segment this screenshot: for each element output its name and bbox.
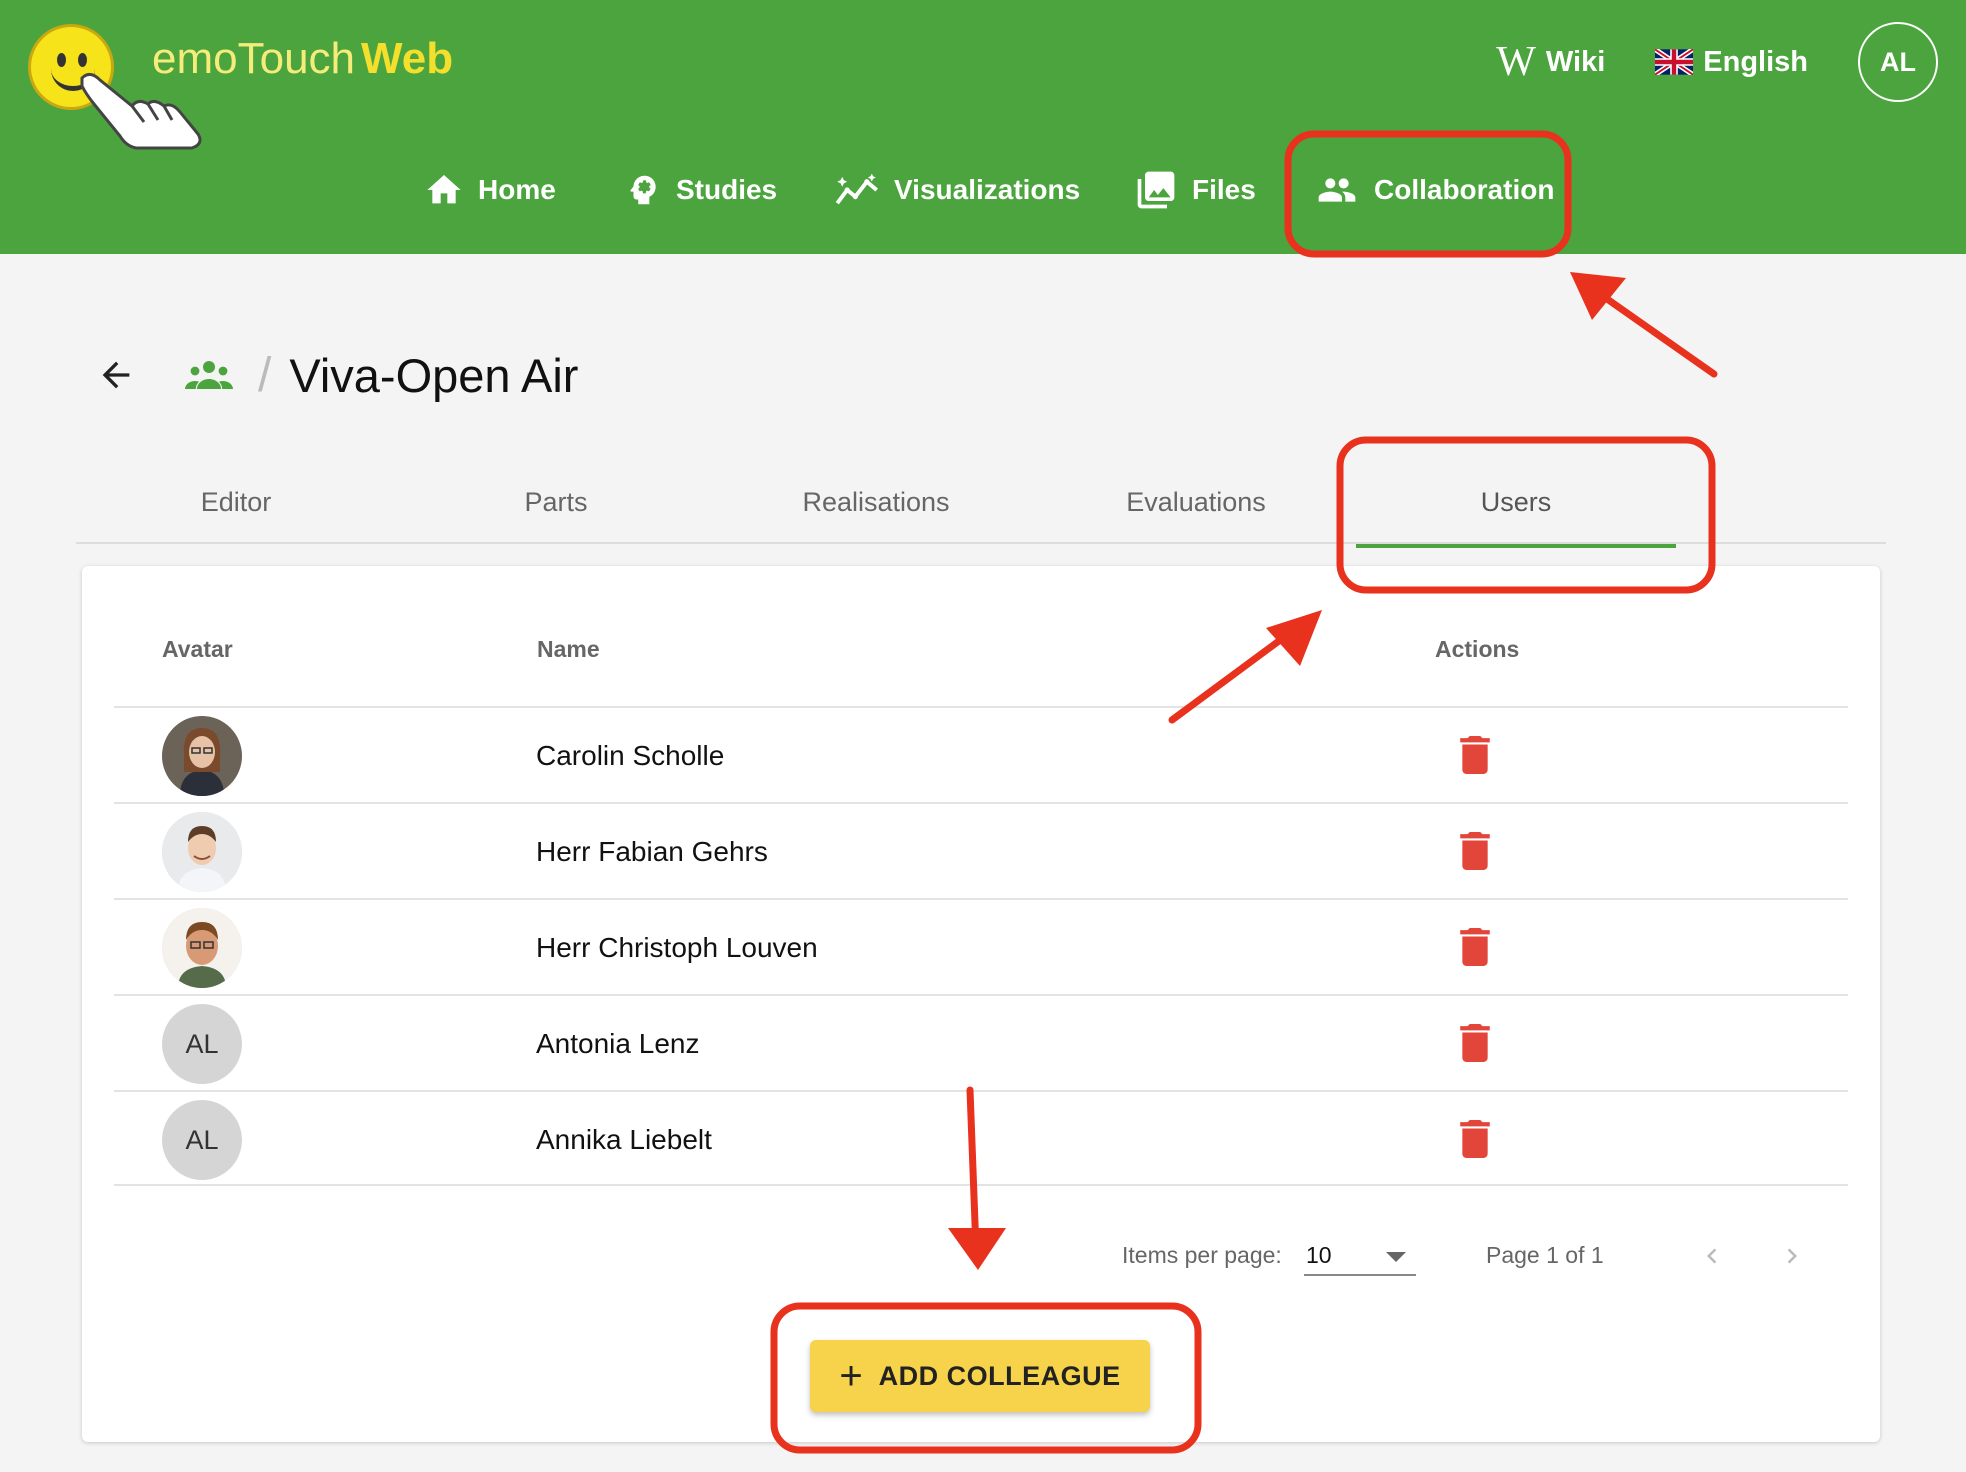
group-icon[interactable]	[184, 357, 234, 393]
delete-icon[interactable]	[1460, 928, 1490, 966]
previous-page-button[interactable]	[1688, 1232, 1736, 1280]
avatar	[162, 716, 242, 796]
back-arrow-icon[interactable]	[96, 355, 136, 395]
user-name: Herr Fabian Gehrs	[536, 836, 768, 867]
table-divider	[114, 1184, 1848, 1186]
delete-icon[interactable]	[1460, 1024, 1490, 1062]
table-row: Herr Fabian Gehrs	[114, 802, 1848, 898]
user-name: Annika Liebelt	[536, 1124, 712, 1155]
language-selector[interactable]: English	[1655, 46, 1808, 79]
tab-parts[interactable]: Parts	[396, 460, 716, 544]
app-logo[interactable]: emoTouch Web	[28, 20, 453, 150]
paginator: Items per page: 10 Page 1 of 1	[82, 1226, 1880, 1286]
avatar-initials: AL	[162, 1004, 242, 1084]
chevron-right-icon	[1787, 1248, 1797, 1264]
page-title: Viva-Open Air	[289, 348, 579, 402]
user-photo	[162, 716, 242, 796]
nav-files-label: Files	[1192, 174, 1256, 205]
home-icon	[427, 175, 461, 204]
nav-studies-label: Studies	[676, 174, 778, 205]
tab-evaluations[interactable]: Evaluations	[1036, 460, 1356, 544]
study-tabs: Editor Parts Realisations Evaluations Us…	[76, 460, 1886, 548]
table-row: AL Antonia Lenz	[114, 994, 1848, 1090]
head-gear-icon	[630, 175, 656, 205]
wikipedia-icon: W	[1496, 39, 1536, 85]
avatar	[162, 812, 242, 892]
column-header-name: Name	[537, 636, 600, 662]
user-photo	[162, 908, 242, 988]
tab-realisations[interactable]: Realisations	[716, 460, 1036, 544]
nav-collaboration-label: Collaboration	[1374, 174, 1555, 205]
users-card: Avatar Name Actions Carolin Scholle Herr…	[82, 566, 1880, 1442]
breadcrumb-separator: /	[258, 348, 272, 402]
tab-users[interactable]: Users	[1356, 460, 1676, 548]
user-name: Antonia Lenz	[536, 1028, 700, 1059]
nav-visualizations[interactable]: Visualizations	[834, 160, 1080, 220]
items-per-page-label: Items per page:	[1122, 1242, 1282, 1268]
page-range-label: Page 1 of 1	[1486, 1242, 1604, 1268]
nav-home-label: Home	[478, 174, 556, 205]
chevron-left-icon	[1707, 1248, 1717, 1264]
nav-files[interactable]: Files	[1134, 160, 1256, 220]
delete-icon[interactable]	[1460, 832, 1490, 870]
language-label: English	[1703, 45, 1808, 78]
user-name: Carolin Scholle	[536, 740, 725, 771]
items-per-page-select[interactable]: 10	[1304, 1234, 1416, 1276]
arrow-to-collaboration-icon	[1576, 276, 1718, 378]
uk-flag-icon	[1655, 49, 1694, 75]
line-chart-icon	[835, 173, 878, 205]
user-photo	[162, 812, 242, 892]
nav-home[interactable]: Home	[424, 160, 556, 220]
plus-icon: +	[839, 1354, 863, 1398]
delete-icon[interactable]	[1460, 736, 1490, 774]
column-header-avatar: Avatar	[162, 636, 233, 662]
main-navigation: Home Studies Visualizations Files Collab…	[0, 160, 1966, 220]
nav-visualizations-label: Visualizations	[894, 174, 1081, 205]
table-row: AL Annika Liebelt	[114, 1090, 1848, 1186]
top-app-bar: emoTouchWeb W Wiki English AL Home Stud	[0, 0, 1966, 254]
images-icon	[1137, 171, 1175, 209]
user-name: Herr Christoph Louven	[536, 932, 818, 963]
breadcrumb: / Viva-Open Air	[96, 340, 578, 410]
table-row: Carolin Scholle	[114, 706, 1848, 802]
people-icon	[1318, 178, 1356, 202]
avatar	[162, 908, 242, 988]
wiki-link[interactable]: W Wiki	[1496, 38, 1605, 86]
avatar-initials: AL	[162, 1100, 242, 1180]
wiki-label: Wiki	[1545, 45, 1606, 78]
next-page-button[interactable]	[1768, 1232, 1816, 1280]
delete-icon[interactable]	[1460, 1120, 1490, 1158]
add-colleague-button[interactable]: + ADD COLLEAGUE	[810, 1340, 1150, 1412]
app-title: emoTouch Web	[152, 34, 454, 83]
user-avatar-button[interactable]: AL	[1858, 22, 1938, 102]
tab-editor[interactable]: Editor	[76, 460, 396, 544]
table-row: Herr Christoph Louven	[114, 898, 1848, 994]
add-colleague-label: ADD COLLEAGUE	[878, 1360, 1121, 1391]
nav-collaboration[interactable]: Collaboration	[1314, 160, 1554, 220]
dropdown-caret-icon	[1386, 1252, 1406, 1262]
column-header-actions: Actions	[1435, 636, 1520, 662]
nav-studies[interactable]: Studies	[624, 160, 777, 220]
items-per-page-value: 10	[1306, 1242, 1332, 1268]
